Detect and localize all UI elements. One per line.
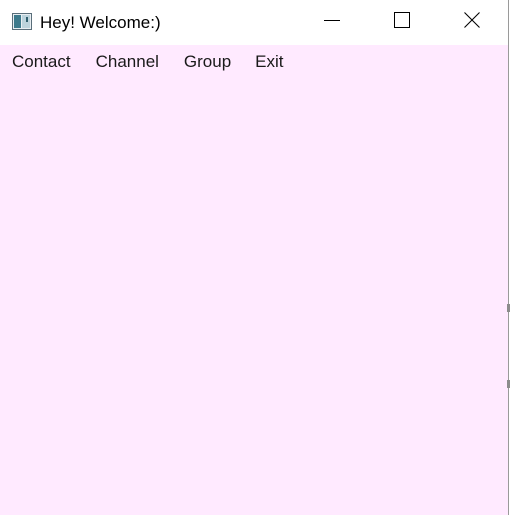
maximize-icon bbox=[394, 12, 410, 33]
maximize-button[interactable] bbox=[367, 0, 437, 45]
menu-contact[interactable]: Contact bbox=[0, 45, 83, 79]
menu-exit[interactable]: Exit bbox=[243, 45, 295, 79]
client-area: Contact Channel Group Exit bbox=[0, 45, 508, 515]
close-icon bbox=[464, 12, 480, 33]
menu-channel[interactable]: Channel bbox=[84, 45, 171, 79]
minimize-button[interactable] bbox=[297, 0, 367, 45]
menu-group[interactable]: Group bbox=[172, 45, 243, 79]
menu-bar: Contact Channel Group Exit bbox=[0, 45, 508, 79]
close-button[interactable] bbox=[437, 0, 507, 45]
title-bar[interactable]: Hey! Welcome:) bbox=[0, 0, 508, 45]
minimize-icon bbox=[324, 12, 340, 33]
app-window-icon bbox=[12, 13, 32, 30]
window-title: Hey! Welcome:) bbox=[40, 13, 161, 32]
main-window: Hey! Welcome:) Contact Channel Group Exi… bbox=[0, 0, 509, 515]
